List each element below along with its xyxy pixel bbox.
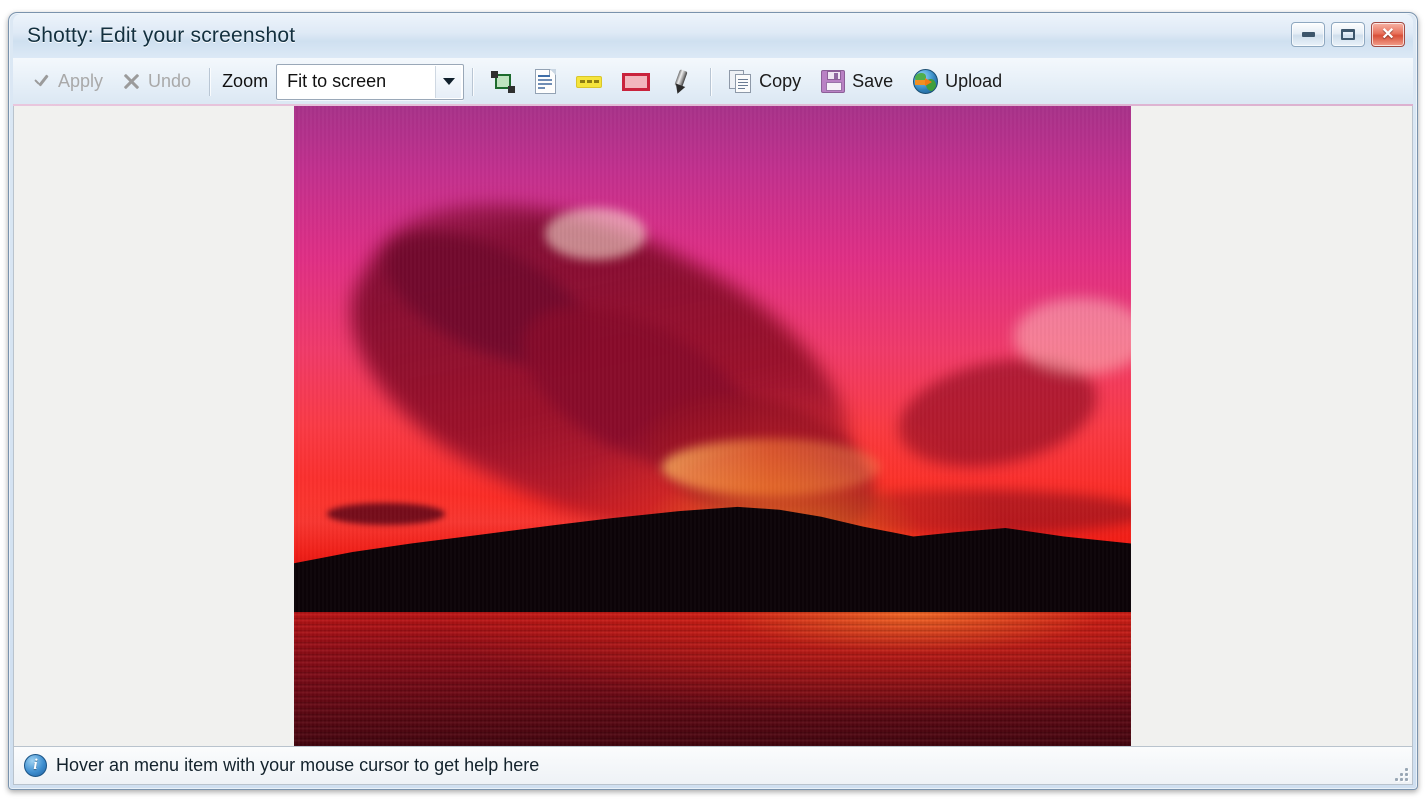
save-button-label: Save (852, 71, 894, 91)
zoom-select-value: Fit to screen (287, 71, 387, 91)
statusbar: i Hover an menu item with your mouse cur… (13, 747, 1413, 785)
rectangle-icon (622, 72, 651, 91)
window-title: Shotty: Edit your screenshot (27, 24, 296, 47)
save-button[interactable]: Save (811, 63, 903, 101)
copy-icon (729, 69, 752, 94)
upload-button-label: Upload (945, 71, 1003, 91)
close-button[interactable]: ✕ (1371, 22, 1405, 47)
undo-button[interactable]: Undo (113, 63, 201, 101)
rectangle-tool-button[interactable] (612, 63, 660, 101)
resize-grip[interactable] (1392, 765, 1408, 781)
minimize-button[interactable] (1291, 22, 1325, 47)
chevron-down-icon[interactable] (435, 65, 462, 98)
close-icon: ✕ (1381, 25, 1395, 43)
maximize-icon (1341, 29, 1355, 40)
text-note-icon (535, 69, 557, 94)
zoom-select[interactable]: Fit to screen (276, 63, 465, 100)
undo-button-label: Undo (148, 71, 192, 91)
screenshot-preview[interactable] (294, 106, 1131, 746)
text-tool-button[interactable] (525, 63, 566, 101)
toolbar: Apply Undo Zoom Fit to screen Copy Save … (13, 58, 1413, 106)
upload-globe-icon (913, 69, 939, 94)
minimize-icon (1301, 32, 1315, 37)
x-icon (123, 73, 141, 91)
maximize-button[interactable] (1331, 22, 1365, 47)
crop-tool-button[interactable] (481, 63, 525, 101)
highlighter-icon (576, 75, 603, 88)
water-layer (294, 611, 1131, 746)
editor-canvas[interactable] (13, 106, 1413, 747)
crop-icon (491, 70, 516, 93)
copy-button[interactable]: Copy (719, 63, 811, 101)
status-text: Hover an menu item with your mouse curso… (56, 755, 540, 775)
apply-button[interactable]: Apply (21, 63, 113, 101)
floppy-disk-icon (821, 70, 846, 93)
toolbar-separator-3 (710, 67, 712, 96)
check-icon (31, 72, 51, 92)
app-window: Shotty: Edit your screenshot ✕ Apply Und… (8, 12, 1418, 790)
copy-button-label: Copy (759, 71, 802, 91)
pen-icon (670, 68, 692, 95)
info-icon: i (24, 754, 47, 777)
toolbar-separator-1 (209, 67, 211, 96)
zoom-label: Zoom (222, 71, 269, 91)
apply-button-label: Apply (58, 71, 104, 91)
upload-button[interactable]: Upload (903, 63, 1012, 101)
highlighter-tool-button[interactable] (566, 63, 612, 101)
window-controls: ✕ (1291, 22, 1405, 47)
toolbar-separator-2 (472, 67, 474, 96)
titlebar: Shotty: Edit your screenshot ✕ (13, 14, 1413, 58)
pen-tool-button[interactable] (660, 63, 702, 101)
